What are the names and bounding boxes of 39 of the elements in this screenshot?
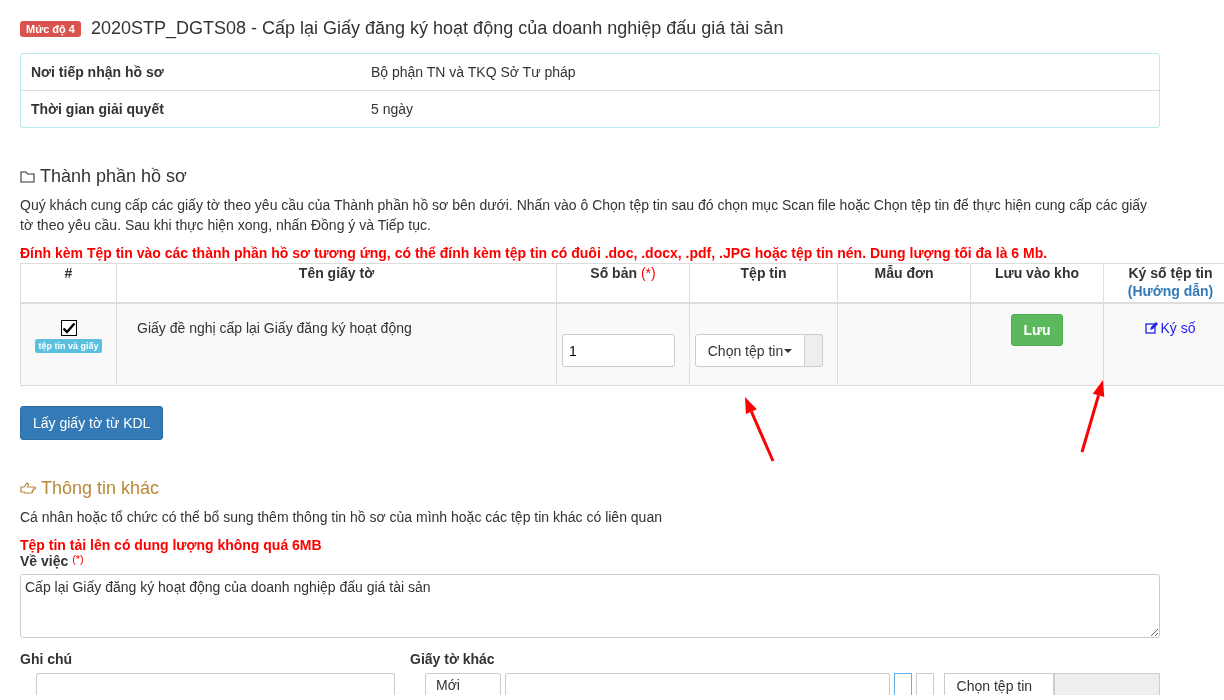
section-heading: Thành phần hồ sơ bbox=[40, 166, 187, 187]
choose-file-button[interactable]: Chọn tệp tin bbox=[695, 334, 805, 367]
guide-link[interactable]: (Hướng dẫn) bbox=[1127, 283, 1214, 299]
column-header: Mẫu đơn bbox=[874, 265, 934, 281]
choose-file-button[interactable]: Chọn tệp tin bbox=[943, 673, 1054, 695]
edit-icon bbox=[1145, 322, 1159, 334]
folder-icon bbox=[20, 170, 35, 183]
section-heading: Thông tin khác bbox=[41, 478, 160, 499]
field-label: Về việc (*) bbox=[20, 553, 85, 569]
pointing-hand-icon bbox=[20, 482, 36, 495]
column-header: Lưu vào kho bbox=[994, 265, 1079, 281]
arrow-drawing bbox=[745, 397, 775, 462]
info-label: Thời gian giải quyết bbox=[31, 101, 165, 117]
checkbox[interactable] bbox=[60, 320, 77, 336]
section-description: Quý khách cung cấp các giấy tờ theo yêu cầu của Thành phần hồ sơ bên dưới. Nhấn vào ô Chọn tệp tin sau đó chọn mục Scan file hoặc Chọn tệp tin để thực hiện cung cấp các giấy tờ theo yêu cầu. Sau khi thực hiện xong, nhấn Đồng ý và Tiếp tục. bbox=[20, 196, 1149, 235]
caret-icon bbox=[784, 348, 793, 353]
fetch-documents-button[interactable]: Lấy giấy tờ từ KDL bbox=[20, 406, 164, 440]
column-header: # bbox=[64, 265, 73, 281]
field-label: Ghi chú bbox=[20, 651, 74, 667]
column-header: Số bản (*) bbox=[590, 265, 656, 281]
upload-size-warning: Tệp tin tải lên có dung lượng không quá 6MB bbox=[20, 537, 323, 553]
column-header: Tên giấy tờ bbox=[298, 265, 375, 281]
document-tag: tệp tin và giấy bbox=[35, 339, 102, 353]
level-badge: Mức độ 4 bbox=[20, 20, 81, 37]
column-header: Ký số tệp tin bbox=[1128, 265, 1213, 281]
info-value: 5 ngày bbox=[371, 101, 415, 117]
type-dropdown[interactable]: Mới bbox=[425, 673, 501, 695]
column-header: Tệp tin bbox=[740, 265, 787, 281]
info-value: Bộ phận TN và TKQ Sở Tư pháp bbox=[371, 64, 577, 80]
attachment-warning: Đính kèm Tệp tin vào các thành phần hồ sơ tương ứng, có thể đính kèm tệp tin có đuôi .doc, .docx, .pdf, .JPG hoặc tệp tin nén. Dung lượng tối đa là 6 Mb. bbox=[20, 244, 1049, 263]
sign-link[interactable]: Ký số bbox=[1145, 320, 1196, 336]
field-label: Giấy tờ khác bbox=[410, 651, 496, 667]
document-name: Giấy đề nghị cấp lại Giấy đăng ký hoạt động bbox=[137, 320, 412, 336]
dropdown-toggle[interactable] bbox=[805, 334, 823, 367]
copies-field[interactable]: 1 bbox=[562, 334, 675, 367]
page-title: 2020STP_DGTS08 - Cấp lại Giấy đăng ký hoạt động của doanh nghiệp đấu giá tài sản bbox=[90, 18, 784, 39]
info-label: Nơi tiếp nhận hồ sơ bbox=[31, 64, 165, 80]
subject-field[interactable]: Cấp lại Giấy đăng ký hoạt động của doanh nghiệp đấu giá tài sản bbox=[20, 574, 1160, 638]
section-description: Cá nhân hoặc tổ chức có thể bổ sung thêm thông tin hồ sơ của mình hoặc các tệp tin khác có liên quan bbox=[20, 509, 663, 525]
